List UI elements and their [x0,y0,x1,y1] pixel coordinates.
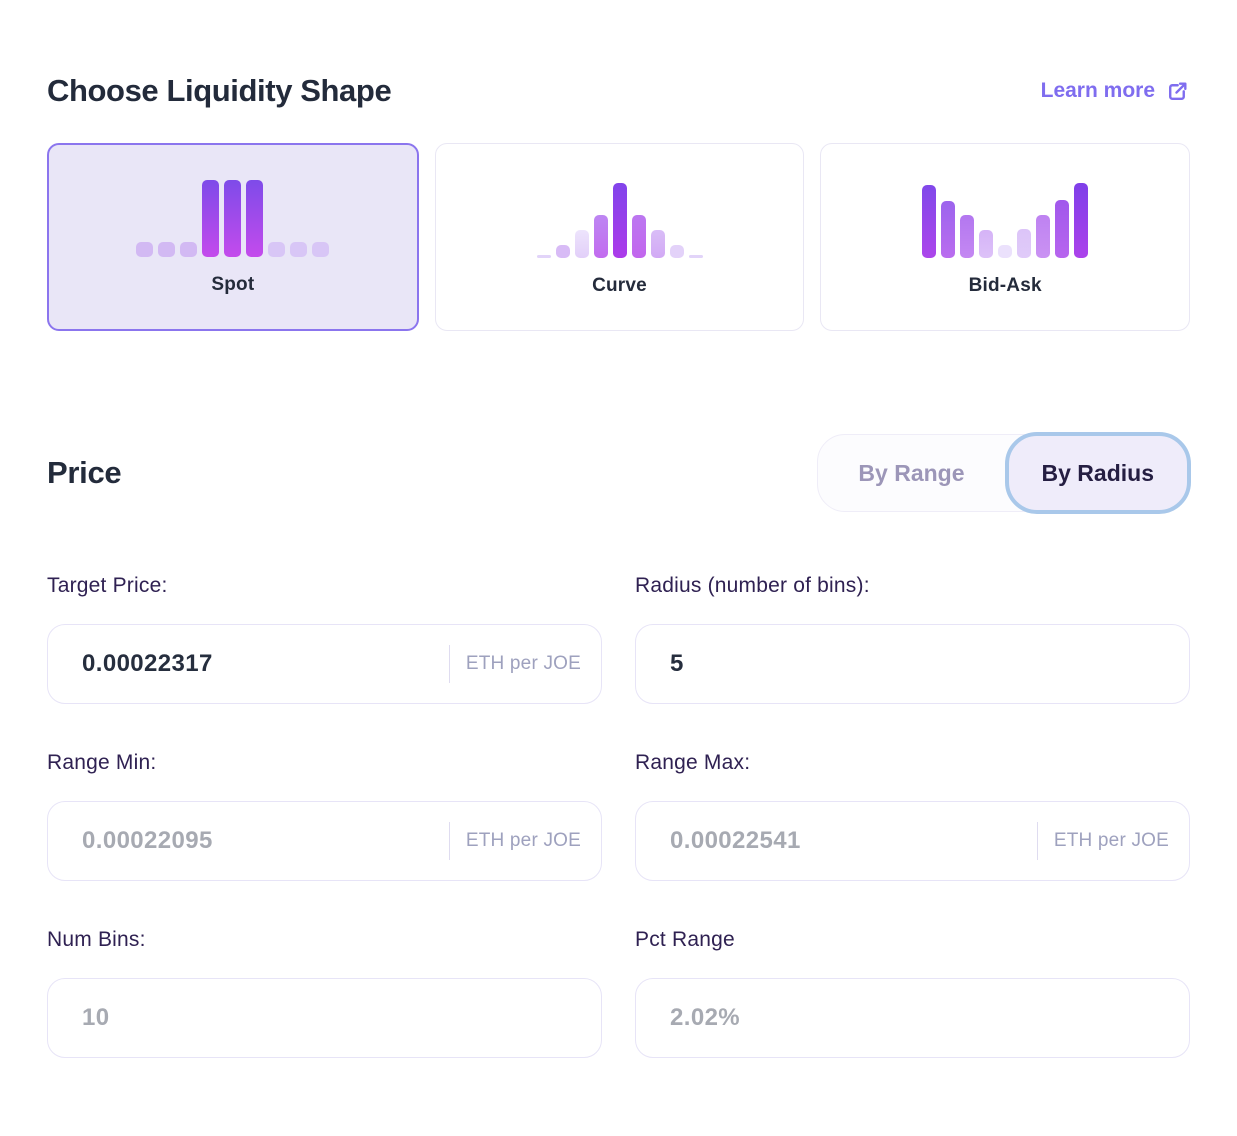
input-value: 0.00022317 [82,650,213,678]
input-value: 0.00022541 [670,827,801,855]
bar [594,215,608,258]
bar [312,242,329,257]
learn-more-link[interactable]: Learn more [1041,79,1190,104]
shape-card-label: Spot [211,273,254,297]
bar [960,215,974,258]
bar [613,183,627,258]
field-range-max: Range Max: 0.00022541 ETH per JOE [635,751,1190,881]
page-title: Choose Liquidity Shape [47,72,391,110]
input-value: 10 [82,1004,110,1032]
bar [224,180,241,257]
shape-card-label: Bid-Ask [969,274,1042,298]
bar [202,180,219,257]
range-max-label: Range Max: [635,751,1190,775]
num-bins-input[interactable]: 10 [47,978,602,1058]
price-fields: Target Price: 0.00022317 ETH per JOE Rad… [47,574,1190,1058]
field-range-min: Range Min: 0.00022095 ETH per JOE [47,751,602,881]
input-suffix: ETH per JOE [449,645,581,683]
input-value: 2.02% [670,1004,740,1032]
bar [922,185,936,258]
suffix-unit: ETH per JOE [1054,830,1169,852]
curve-bars-icon [537,180,703,258]
price-header: Price By Range By Radius [47,433,1190,513]
suffix-unit: ETH per JOE [466,830,581,852]
shape-header: Choose Liquidity Shape Learn more [47,72,1190,110]
range-max-input[interactable]: 0.00022541 ETH per JOE [635,801,1190,881]
shape-card-list: Spot Curve Bid-Ask [47,143,1190,331]
bar [689,255,703,258]
bar [1036,215,1050,258]
suffix-divider [449,822,450,860]
bar [575,230,589,258]
pct-range-input[interactable]: 2.02% [635,978,1190,1058]
bar [158,242,175,257]
bid-ask-bars-icon [922,180,1088,258]
shape-card-label: Curve [592,274,647,298]
bar [670,245,684,258]
radius-input[interactable]: 5 [635,624,1190,704]
learn-more-label: Learn more [1041,79,1155,103]
bar [1055,200,1069,258]
field-target-price: Target Price: 0.00022317 ETH per JOE [47,574,602,704]
bar [651,230,665,258]
input-value: 5 [670,650,684,678]
price-mode-toggle: By Range By Radius [817,434,1190,512]
bar [632,215,646,258]
bar [268,242,285,257]
range-min-label: Range Min: [47,751,602,775]
bar [1017,229,1031,258]
bar [246,180,263,257]
liquidity-panel: Choose Liquidity Shape Learn more Spot C… [0,72,1237,1058]
pct-range-label: Pct Range [635,928,1190,952]
suffix-unit: ETH per JOE [466,653,581,675]
shape-card-spot[interactable]: Spot [47,143,419,331]
bar [979,230,993,258]
suffix-divider [449,645,450,683]
bar [1074,183,1088,258]
by-radius-button[interactable]: By Radius [1005,432,1191,514]
field-radius: Radius (number of bins): 5 [635,574,1190,704]
target-price-label: Target Price: [47,574,602,598]
field-num-bins: Num Bins: 10 [47,928,602,1058]
bar [290,242,307,257]
input-value: 0.00022095 [82,827,213,855]
field-pct-range: Pct Range 2.02% [635,928,1190,1058]
external-link-icon [1165,79,1190,104]
bar [998,245,1012,258]
bar [136,242,153,257]
bar [537,255,551,258]
by-range-button[interactable]: By Range [818,435,1004,511]
bar [941,201,955,258]
num-bins-label: Num Bins: [47,928,602,952]
shape-card-curve[interactable]: Curve [435,143,805,331]
bar [556,245,570,258]
bar [180,242,197,257]
shape-card-bid-ask[interactable]: Bid-Ask [820,143,1190,331]
suffix-divider [1037,822,1038,860]
spot-bars-icon [136,179,329,257]
range-min-input[interactable]: 0.00022095 ETH per JOE [47,801,602,881]
target-price-input[interactable]: 0.00022317 ETH per JOE [47,624,602,704]
price-title: Price [47,455,121,491]
input-suffix: ETH per JOE [449,822,581,860]
radius-label: Radius (number of bins): [635,574,1190,598]
input-suffix: ETH per JOE [1037,822,1169,860]
